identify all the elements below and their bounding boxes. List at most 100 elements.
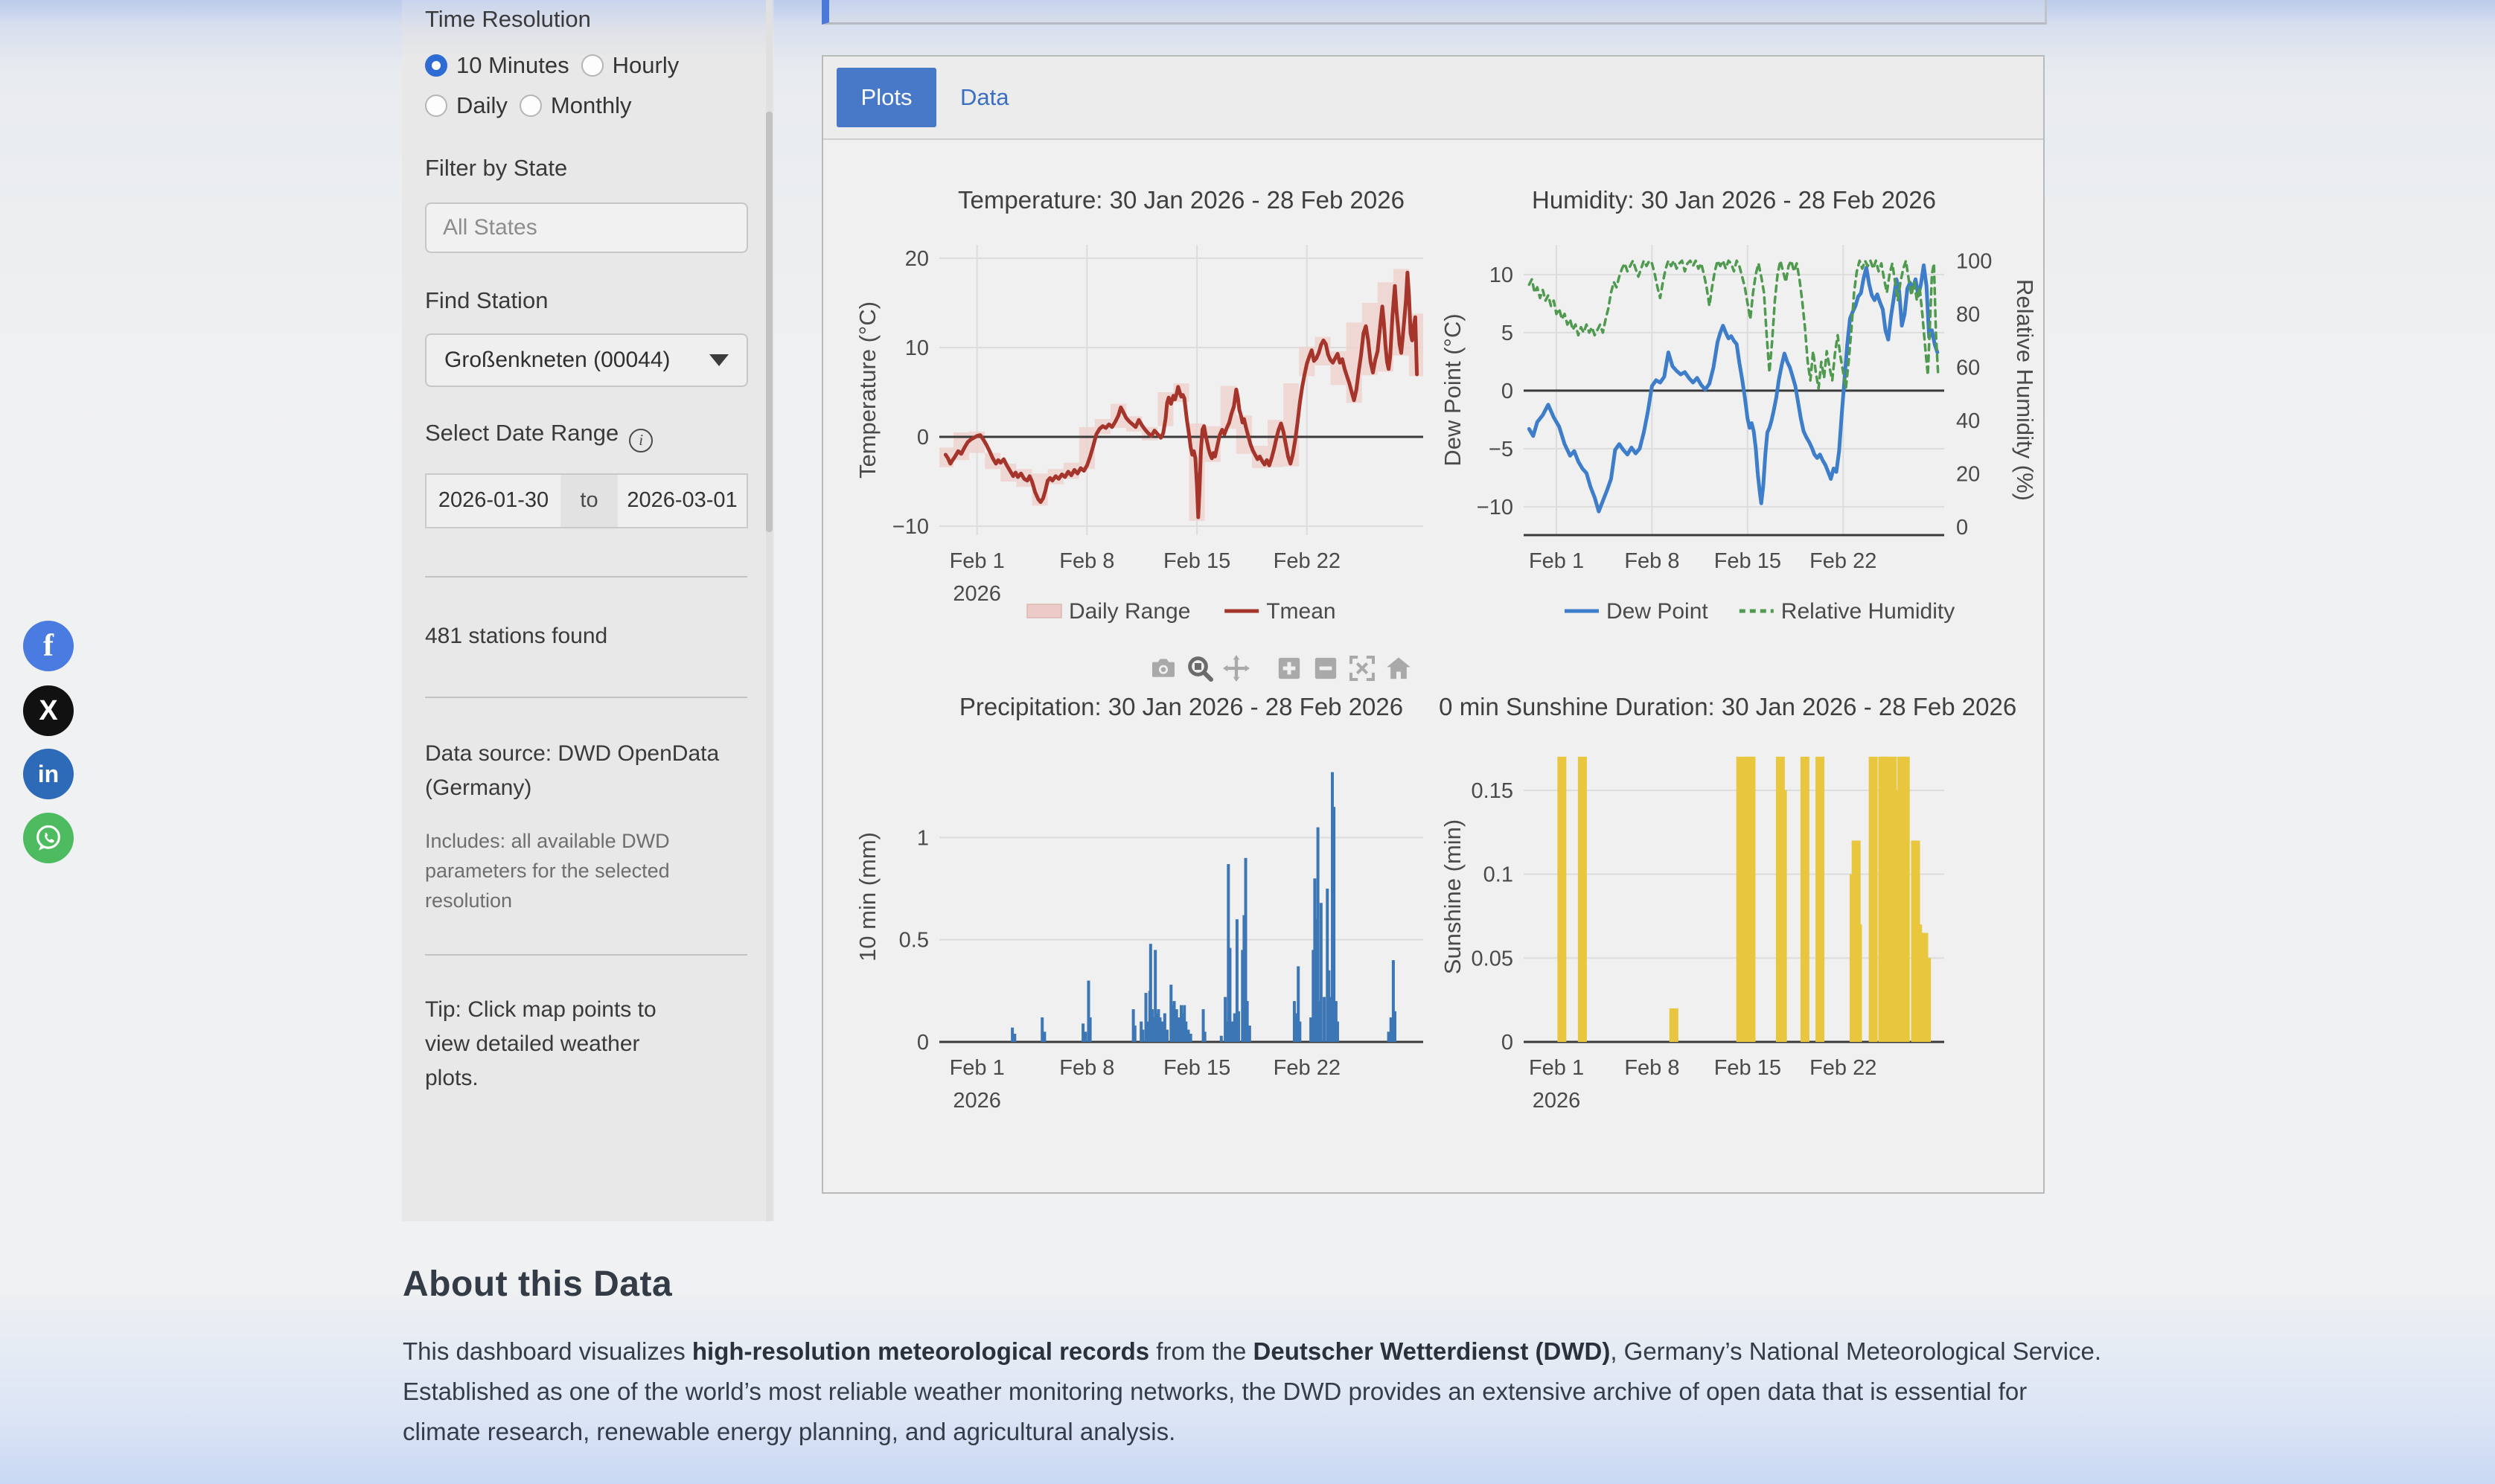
station-select-value: Großenkneten (00044) xyxy=(444,348,709,373)
chevron-down-icon xyxy=(709,354,729,366)
humidity-chart[interactable]: −10−50510020406080100Feb 1Feb 8Feb 15Feb… xyxy=(1438,170,2034,661)
svg-text:0: 0 xyxy=(1956,516,1968,540)
svg-text:Feb 22: Feb 22 xyxy=(1274,549,1341,573)
radio-monthly[interactable]: Monthly xyxy=(520,92,632,119)
svg-text:Feb 8: Feb 8 xyxy=(1059,549,1114,573)
sidebar-divider xyxy=(425,697,747,698)
svg-text:2026: 2026 xyxy=(1533,1089,1581,1113)
svg-text:Dew Point: Dew Point xyxy=(1606,599,1708,624)
sunshine-chart[interactable]: 00.050.10.15Feb 12026Feb 8Feb 15Feb 22Su… xyxy=(1438,677,2034,1168)
radio-hourly[interactable]: Hourly xyxy=(581,52,680,79)
svg-text:0.1: 0.1 xyxy=(1483,863,1513,887)
radio-hourly-dot[interactable] xyxy=(581,54,604,77)
sidebar-divider xyxy=(425,576,747,578)
radio-10-minutes-dot[interactable] xyxy=(425,54,447,77)
radio-monthly-label: Monthly xyxy=(551,92,632,119)
svg-text:0: 0 xyxy=(1501,380,1513,403)
about-section: About this Data This dashboard visualize… xyxy=(403,1264,2107,1452)
facebook-icon: f xyxy=(43,630,54,662)
svg-text:80: 80 xyxy=(1956,303,1980,327)
data-source-text: Data source: DWD OpenData (Germany) xyxy=(425,737,723,805)
zoom-out-icon[interactable] xyxy=(1311,653,1341,683)
state-filter-input[interactable] xyxy=(425,202,748,253)
svg-text:Feb 1: Feb 1 xyxy=(950,1056,1005,1080)
svg-text:60: 60 xyxy=(1956,356,1980,380)
plots-panel: Plots Data −10 0 10 20 Feb 1 2026 Feb 8 Feb 15 F… xyxy=(822,55,2045,1194)
share-x-button[interactable]: X xyxy=(23,685,74,736)
svg-text:2026: 2026 xyxy=(953,582,1001,606)
svg-text:.0 min Sunshine Duration: 30 J: .0 min Sunshine Duration: 30 Jan 2026 - … xyxy=(1438,693,2016,720)
svg-text:Feb 15: Feb 15 xyxy=(1714,1056,1781,1080)
svg-text:−10: −10 xyxy=(1477,496,1513,519)
filter-by-state-label: Filter by State xyxy=(425,155,747,182)
svg-text:Feb 22: Feb 22 xyxy=(1809,549,1876,573)
radio-daily-dot[interactable] xyxy=(425,95,447,117)
svg-text:Tmean: Tmean xyxy=(1266,599,1335,624)
about-heading: About this Data xyxy=(403,1264,2107,1305)
radio-monthly-dot[interactable] xyxy=(520,95,542,117)
info-icon[interactable]: i xyxy=(629,429,653,452)
linkedin-icon: in xyxy=(38,762,59,786)
find-station-label: Find Station xyxy=(425,287,747,314)
svg-text:Precipitation: 30 Jan 2026 - 2: Precipitation: 30 Jan 2026 - 28 Feb 2026 xyxy=(959,693,1403,720)
svg-text:−5: −5 xyxy=(1489,438,1513,461)
station-select[interactable]: Großenkneten (00044) xyxy=(425,333,748,387)
svg-text:Feb 1: Feb 1 xyxy=(1529,549,1584,573)
svg-text:100: 100 xyxy=(1956,249,1992,273)
radio-10-minutes[interactable]: 10 Minutes xyxy=(425,52,569,79)
svg-text:10: 10 xyxy=(1489,263,1513,287)
svg-text:20: 20 xyxy=(1956,462,1980,486)
data-source-note: Includes: all available DWD parameters f… xyxy=(425,826,738,915)
svg-text:2026: 2026 xyxy=(953,1089,1001,1113)
svg-text:Feb 22: Feb 22 xyxy=(1809,1056,1876,1080)
svg-text:Feb 8: Feb 8 xyxy=(1624,1056,1679,1080)
map-container-bottom[interactable] xyxy=(822,0,2047,25)
share-facebook-button[interactable]: f xyxy=(23,621,74,671)
svg-text:20: 20 xyxy=(905,247,929,271)
plotly-modebar xyxy=(1149,653,1420,683)
share-whatsapp-button[interactable] xyxy=(23,813,74,863)
tabbar: Plots Data xyxy=(823,57,2043,140)
svg-text:0: 0 xyxy=(1501,1031,1513,1055)
svg-text:Humidity: 30 Jan 2026 - 28 Feb: Humidity: 30 Jan 2026 - 28 Feb 2026 xyxy=(1532,186,1936,214)
autoscale-icon[interactable] xyxy=(1347,653,1377,683)
temperature-chart[interactable]: −1001020Feb 12026Feb 8Feb 15Feb 22Temper… xyxy=(850,170,1445,661)
precipitation-chart[interactable]: 00.51Feb 12026Feb 8Feb 15Feb 2210 min (m… xyxy=(850,677,1445,1168)
share-linkedin-button[interactable]: in xyxy=(23,749,74,799)
time-resolution-label: Time Resolution xyxy=(425,6,747,33)
svg-text:Feb 1: Feb 1 xyxy=(1529,1056,1584,1080)
weather-dashboard-page: f X in Time Resolution 10 Minutes Hourly xyxy=(0,0,2495,1484)
svg-text:Feb 15: Feb 15 xyxy=(1163,1056,1230,1080)
stations-found-text: 481 stations found xyxy=(425,619,747,653)
camera-snapshot-icon[interactable] xyxy=(1149,653,1178,683)
radio-daily-label: Daily xyxy=(456,92,508,119)
radio-daily[interactable]: Daily xyxy=(425,92,508,119)
pan-icon[interactable] xyxy=(1221,653,1251,683)
svg-text:Feb 22: Feb 22 xyxy=(1274,1056,1341,1080)
zoom-in-icon[interactable] xyxy=(1274,653,1304,683)
svg-text:Dew Point (°C): Dew Point (°C) xyxy=(1440,313,1466,466)
sidebar-divider xyxy=(425,954,747,956)
svg-text:0.15: 0.15 xyxy=(1472,779,1513,803)
reset-axes-home-icon[interactable] xyxy=(1384,653,1413,683)
date-range-separator: to xyxy=(560,473,618,528)
svg-text:Feb 8: Feb 8 xyxy=(1624,549,1679,573)
x-twitter-icon: X xyxy=(39,697,57,725)
radio-hourly-label: Hourly xyxy=(613,52,680,79)
zoom-icon[interactable] xyxy=(1185,653,1215,683)
svg-text:10 min (mm): 10 min (mm) xyxy=(854,832,881,962)
svg-text:Relative Humidity: Relative Humidity xyxy=(1781,599,1955,624)
svg-text:Feb 1: Feb 1 xyxy=(950,549,1005,573)
date-end-input[interactable]: 2026-03-01 xyxy=(618,473,748,528)
svg-text:Relative Humidity (%): Relative Humidity (%) xyxy=(2012,279,2034,501)
tab-data[interactable]: Data xyxy=(960,84,1009,111)
about-paragraph: This dashboard visualizes high-resolutio… xyxy=(403,1331,2107,1452)
sidebar-scrollbar-thumb[interactable] xyxy=(766,112,773,532)
date-start-input[interactable]: 2026-01-30 xyxy=(425,473,560,528)
svg-text:Feb 15: Feb 15 xyxy=(1714,549,1781,573)
whatsapp-icon xyxy=(33,822,64,854)
radio-10-minutes-label: 10 Minutes xyxy=(456,52,569,79)
svg-text:0: 0 xyxy=(917,426,929,450)
tab-plots[interactable]: Plots xyxy=(837,68,936,127)
svg-text:10: 10 xyxy=(905,336,929,360)
